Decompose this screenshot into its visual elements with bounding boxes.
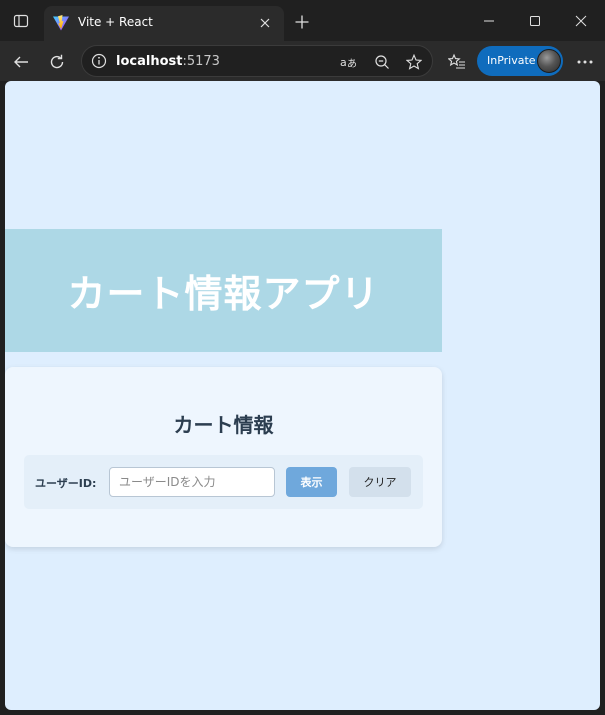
minimize-icon[interactable] xyxy=(466,6,512,36)
card-title: カート情報 xyxy=(173,413,274,437)
avatar xyxy=(537,49,561,73)
favorites-list-icon[interactable] xyxy=(444,49,470,75)
user-id-label: ユーザーID: xyxy=(35,477,97,490)
zoom-out-icon[interactable] xyxy=(372,52,392,72)
tab-title: Vite + React xyxy=(78,15,153,29)
cart-info-card: カート情報 ユーザーID: 表示 クリア xyxy=(5,367,442,547)
refresh-icon[interactable] xyxy=(44,49,70,75)
page-title: カート情報アプリ xyxy=(67,272,380,316)
inprivate-label: InPrivate xyxy=(487,54,536,67)
read-aloud-icon[interactable]: a あ xyxy=(339,52,359,72)
url-text[interactable]: localhost:5173 xyxy=(116,54,220,69)
url-host: localhost xyxy=(116,54,183,69)
back-arrow-icon[interactable] xyxy=(8,49,34,75)
more-options-icon[interactable] xyxy=(572,49,598,75)
vite-logo-icon xyxy=(52,14,70,32)
browser-tab[interactable]: Vite + React xyxy=(44,6,284,41)
favorite-star-icon[interactable] xyxy=(404,52,424,72)
url-port: :5173 xyxy=(182,54,220,69)
inprivate-button[interactable]: InPrivate xyxy=(477,46,563,76)
close-window-icon[interactable] xyxy=(558,6,604,36)
user-id-form: ユーザーID: 表示 クリア xyxy=(24,455,423,509)
page-viewport: カート情報アプリ カート情報 ユーザーID: 表示 クリア xyxy=(5,81,600,710)
site-info-icon[interactable] xyxy=(91,53,107,69)
svg-text:a: a xyxy=(340,56,347,69)
address-bar[interactable]: localhost:5173 a あ xyxy=(81,45,433,77)
clear-button[interactable]: クリア xyxy=(349,467,411,497)
sidebar-toggle-icon[interactable] xyxy=(8,8,34,34)
close-tab-icon[interactable] xyxy=(256,14,274,32)
app-header: カート情報アプリ xyxy=(5,229,442,352)
browser-toolbar: localhost:5173 a あ InPrivate xyxy=(0,41,605,81)
user-id-input[interactable] xyxy=(109,467,275,497)
svg-text:あ: あ xyxy=(347,58,357,70)
maximize-icon[interactable] xyxy=(512,6,558,36)
browser-titlebar: Vite + React xyxy=(0,0,605,41)
new-tab-icon[interactable] xyxy=(291,11,313,33)
show-button[interactable]: 表示 xyxy=(286,467,337,497)
